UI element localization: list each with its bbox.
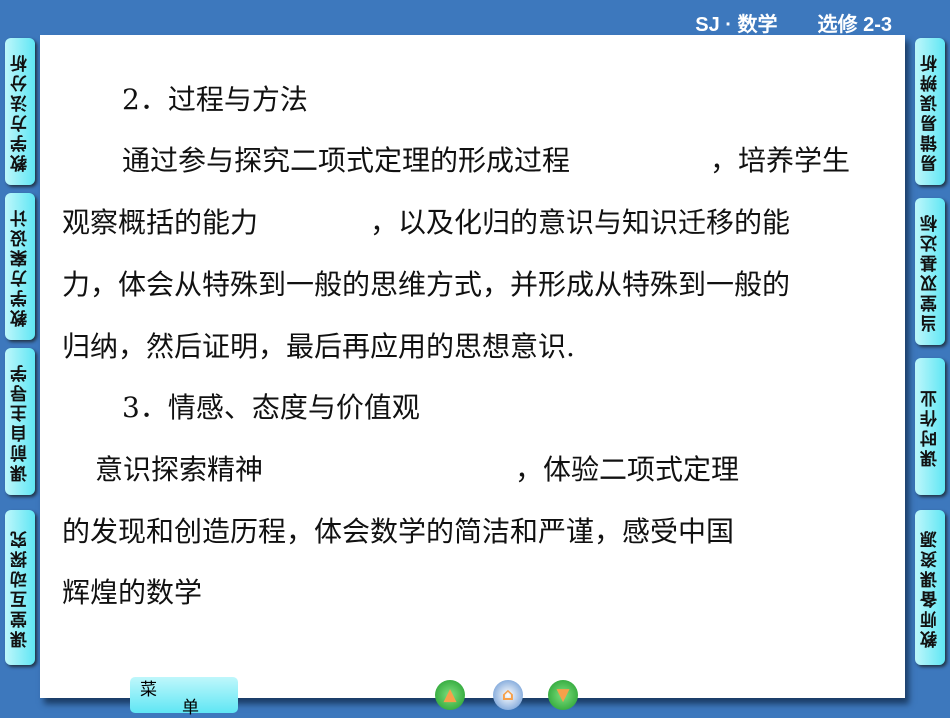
tab-teacher-resources[interactable]: 教师备课资源 <box>915 510 945 665</box>
slide-content: 2．过程与方法 通过参与探究二项式定理的形成过程 ，培养学生 观察概括的能力 ，… <box>40 35 905 698</box>
tab-label: 教师备课资源 <box>920 527 941 648</box>
content-line: 通过参与探究二项式定理的形成过程 ，培养学生 <box>122 144 851 177</box>
content-line: 意识探索精神 ，体验二项式定理 <box>95 453 740 486</box>
volume-label: 选修 2-3 <box>817 14 892 36</box>
next-arrow-icon[interactable]: ▼ <box>548 680 578 710</box>
content-line: 力，体会从特殊到一般的思维方式，并形成从特殊到一般的 <box>62 268 791 301</box>
tab-basic-check[interactable]: 当堂双基达标 <box>915 198 945 345</box>
series-label: SJ · 数学 <box>695 14 778 36</box>
content-line: 的发现和创造历程，体会数学的简洁和严谨，感受中国 <box>62 515 735 548</box>
menu-button[interactable]: 菜单 <box>130 677 238 718</box>
menu-label: 菜 <box>140 680 157 700</box>
tab-preview[interactable]: 课前自主导学 <box>5 348 35 495</box>
tab-error-analysis[interactable]: 易错易误辨析 <box>915 38 945 185</box>
menu-label: 单 <box>182 698 199 718</box>
tab-teaching-plan[interactable]: 教学方案设计 <box>5 193 35 340</box>
home-icon[interactable]: ⌂ <box>493 680 523 710</box>
tab-label: 课前自主导学 <box>10 361 31 482</box>
tab-label: 课堂互动探究 <box>10 527 31 648</box>
prev-arrow-icon[interactable]: ▲ <box>435 680 465 710</box>
tab-homework[interactable]: 课时作业 <box>915 358 945 495</box>
tab-label: 教学方法分析 <box>10 51 31 172</box>
tab-label: 教学方案设计 <box>10 206 31 327</box>
tab-label: 课时作业 <box>920 386 941 467</box>
content-line: 3．情感、态度与价值观 <box>122 391 420 424</box>
content-line: 2．过程与方法 <box>122 83 308 116</box>
tab-label: 当堂双基达标 <box>920 211 941 332</box>
content-line: 归纳，然后证明，最后再应用的思想意识. <box>62 330 575 363</box>
tab-class-interaction[interactable]: 课堂互动探究 <box>5 510 35 665</box>
tab-teaching-method[interactable]: 教学方法分析 <box>5 38 35 185</box>
header-title: SJ · 数学 选修 2-3 <box>695 8 892 37</box>
tab-label: 易错易误辨析 <box>920 51 941 172</box>
content-line: 观察概括的能力 ，以及化归的意识与知识迁移的能 <box>62 206 791 239</box>
content-line: 辉煌的数学 <box>62 576 203 609</box>
